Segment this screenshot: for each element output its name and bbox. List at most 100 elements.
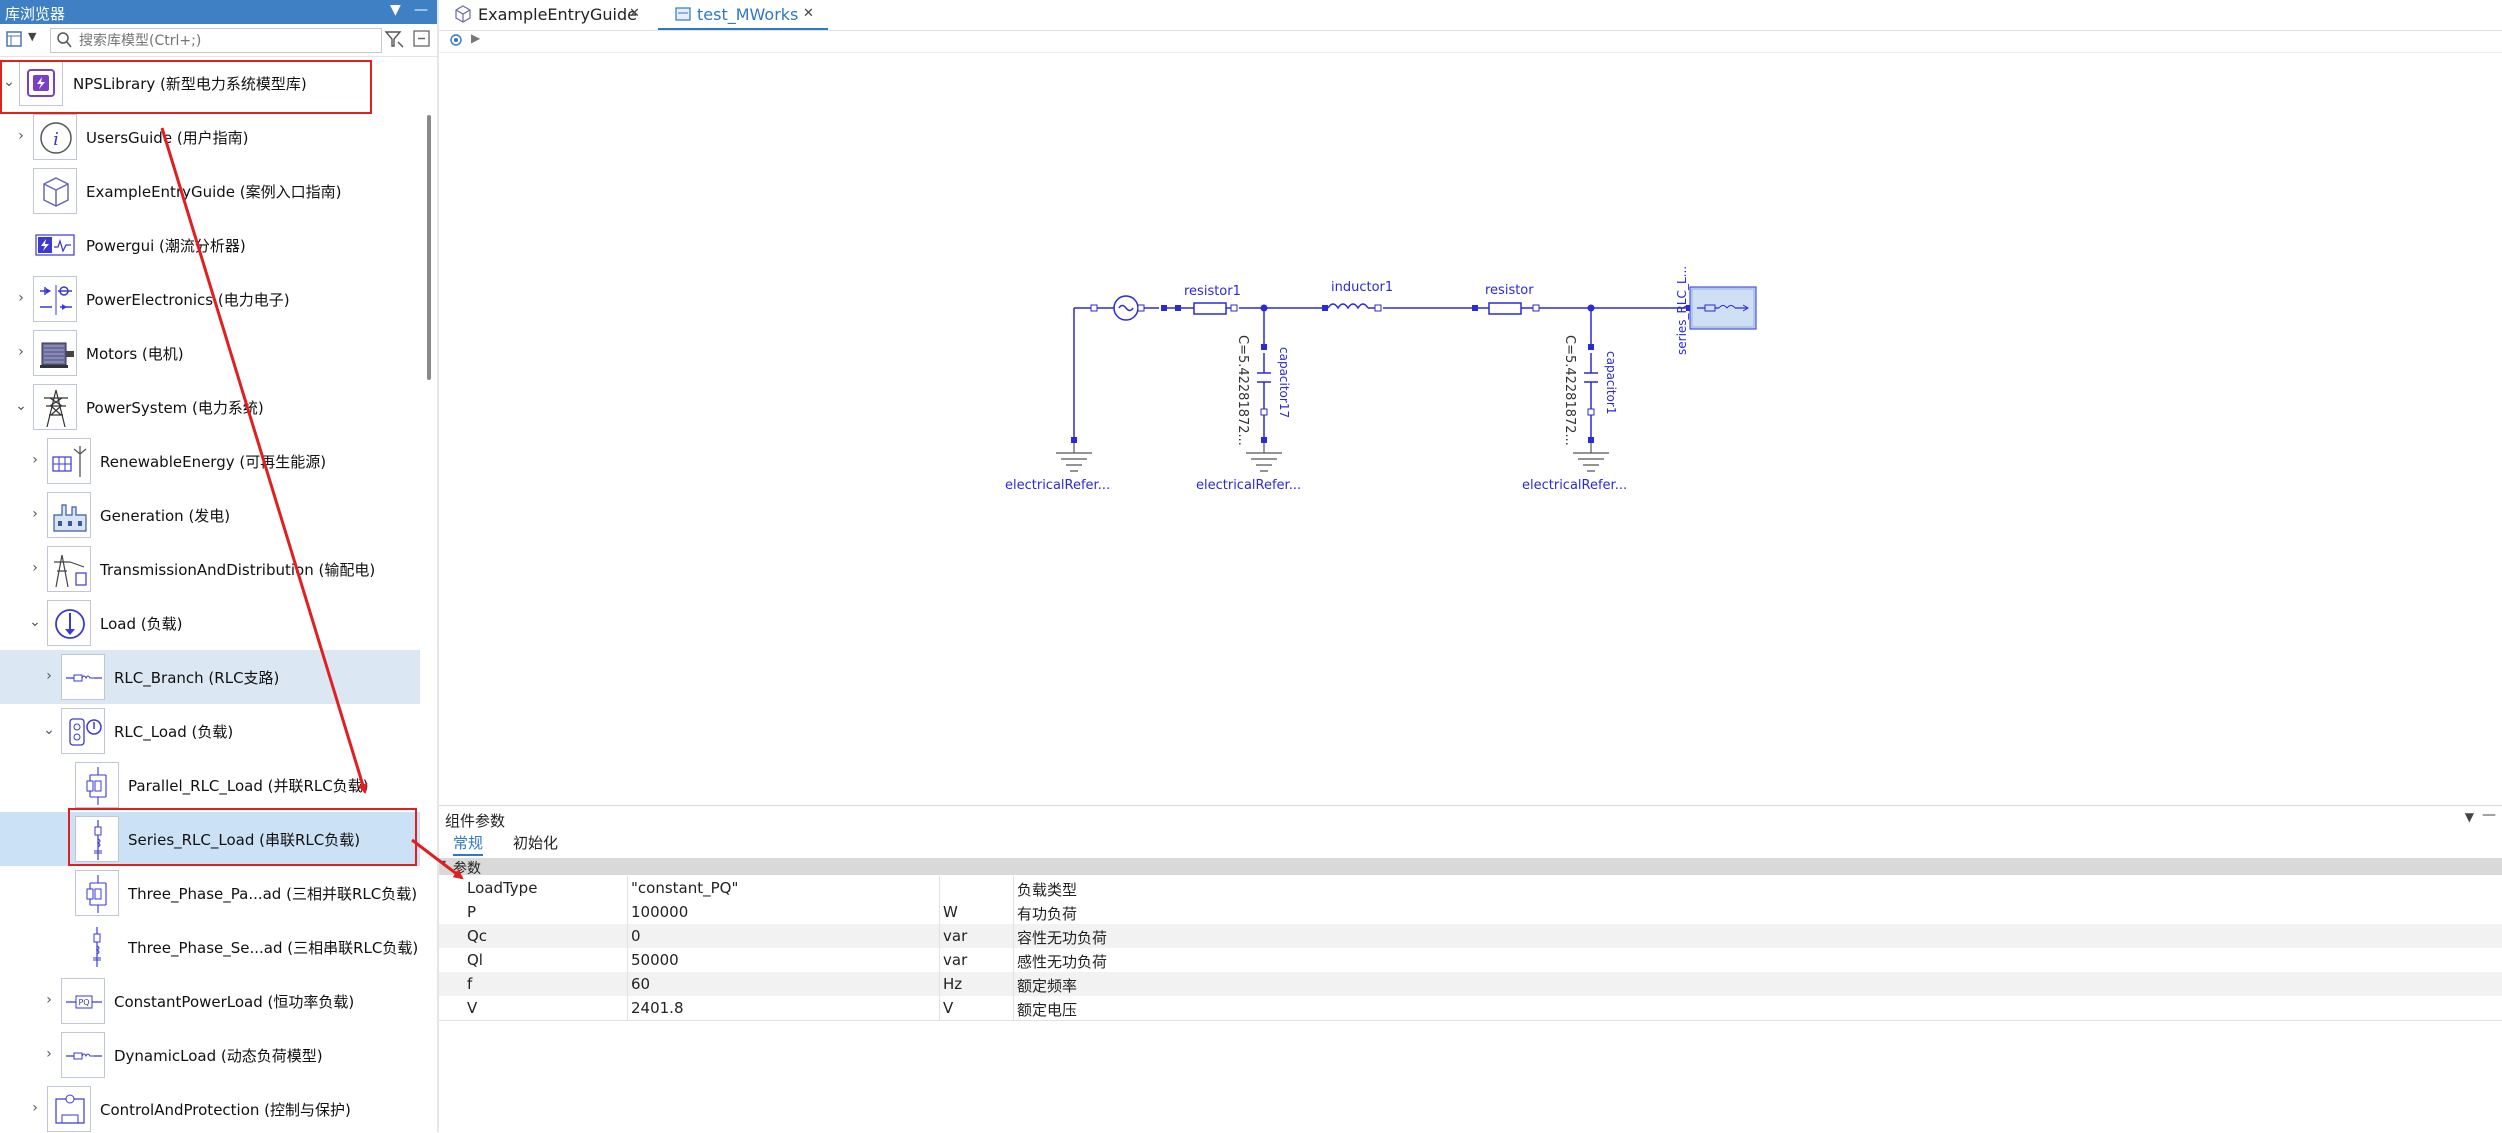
tree-item-rlc-load[interactable]: ⌄ RLC_Load (负载) bbox=[0, 704, 420, 758]
expand-chevron-icon[interactable]: › bbox=[28, 505, 42, 523]
editor-tab-bar: ExampleEntryGuide ✕ test_MWorks ✕ bbox=[439, 0, 2502, 31]
library-view-icon[interactable] bbox=[6, 30, 22, 48]
tree-item-rlc-branch[interactable]: › RLC_Branch (RLC支路) bbox=[0, 650, 420, 704]
tree-item-exampleentryguide[interactable]: ExampleEntryGuide (案例入口指南) bbox=[0, 164, 420, 218]
panel-menu-icon[interactable]: ▼ bbox=[390, 2, 401, 18]
expand-chevron-icon[interactable]: › bbox=[14, 289, 28, 307]
tree-item-three-phase-series[interactable]: Three_Phase_Se...ad (三相串联RLC负载) bbox=[0, 920, 420, 974]
tree-item-npslibrary[interactable]: ⌄ NPSLibrary (新型电力系统模型库) bbox=[0, 56, 420, 110]
param-value-input[interactable]: 0 bbox=[631, 927, 641, 945]
tab-test-mworks[interactable]: test_MWorks ✕ bbox=[658, 0, 828, 30]
series-load-label: series_RLC_L... bbox=[1675, 265, 1689, 355]
tab-exampleentryguide[interactable]: ExampleEntryGuide ✕ bbox=[439, 0, 657, 30]
tree-item-powergui[interactable]: Powergui (潮流分析器) bbox=[0, 218, 420, 272]
tree-item-series-rlc-load[interactable]: Series_RLC_Load (串联RLC负载) bbox=[0, 812, 420, 866]
param-unit: Hz bbox=[943, 975, 963, 993]
param-row-v: V 2401.8 V 额定电压 bbox=[439, 996, 2502, 1020]
three-phase-parallel-icon bbox=[75, 870, 119, 916]
tree-item-motors[interactable]: › Motors (电机) bbox=[0, 326, 420, 380]
panel-menu-icon[interactable]: ▼ bbox=[2465, 810, 2474, 824]
close-icon[interactable]: ✕ bbox=[629, 6, 640, 21]
expand-chevron-icon[interactable]: › bbox=[42, 667, 56, 685]
close-icon[interactable]: ✕ bbox=[803, 6, 814, 21]
breadcrumb-arrow-icon: ▶ bbox=[471, 31, 481, 45]
param-value-input[interactable]: 50000 bbox=[631, 951, 679, 969]
tree-scrollbar[interactable] bbox=[427, 115, 431, 380]
tree-item-dynamicload[interactable]: › DynamicLoad (动态负荷模型) bbox=[0, 1028, 420, 1082]
expand-chevron-icon[interactable]: › bbox=[14, 343, 28, 361]
library-browser-title: 库浏览器 bbox=[5, 5, 66, 23]
expand-chevron-icon[interactable]: ⌄ bbox=[2, 73, 16, 91]
expand-chevron-icon[interactable]: › bbox=[28, 451, 42, 469]
tree-item-generation[interactable]: › Generation (发电) bbox=[0, 488, 420, 542]
dynamic-load-icon bbox=[61, 1032, 105, 1078]
param-value-input[interactable]: "constant_PQ" bbox=[631, 879, 738, 897]
minimize-icon[interactable]: — bbox=[414, 2, 428, 18]
ground-3-label: electricalRefer... bbox=[1522, 478, 1628, 493]
transmission-icon bbox=[47, 546, 91, 592]
param-name: Ql bbox=[467, 951, 483, 969]
minimize-icon[interactable]: — bbox=[2482, 807, 2496, 823]
tree-item-transmissionanddistribution[interactable]: › TransmissionAndDistribution (输配电) bbox=[0, 542, 420, 596]
param-name: V bbox=[467, 999, 478, 1017]
load-icon bbox=[47, 600, 91, 646]
param-name: P bbox=[467, 903, 477, 921]
expand-chevron-icon[interactable]: › bbox=[42, 991, 56, 1009]
tree-item-powersystem[interactable]: ⌄ PowerSystem (电力系统) bbox=[0, 380, 420, 434]
tab-general[interactable]: 常规 bbox=[453, 832, 484, 856]
tree-item-label: PowerElectronics (电力电子) bbox=[86, 291, 290, 309]
param-name: f bbox=[467, 975, 473, 993]
tower-icon bbox=[33, 384, 77, 430]
library-search-input[interactable] bbox=[77, 31, 381, 51]
capacitor17-label: capacitor17 bbox=[1277, 347, 1291, 419]
library-tree: ⌄ NPSLibrary (新型电力系统模型库) › i UsersGuide … bbox=[0, 56, 420, 1132]
rlc-branch-icon bbox=[61, 654, 105, 700]
model-breadcrumb-icon[interactable] bbox=[449, 33, 463, 51]
search-box bbox=[50, 28, 382, 53]
tab-label: ExampleEntryGuide bbox=[478, 5, 637, 24]
circuit-diagram bbox=[1056, 286, 1757, 472]
tab-label: test_MWorks bbox=[697, 5, 799, 24]
capacitor17-value-label: C=5.42281872... bbox=[1235, 335, 1250, 446]
param-value-input[interactable]: 2401.8 bbox=[631, 999, 684, 1017]
tree-item-renewableenergy[interactable]: › RenewableEnergy (可再生能源) bbox=[0, 434, 420, 488]
inductor1-label: inductor1 bbox=[1331, 280, 1394, 295]
expand-chevron-icon[interactable]: ⌄ bbox=[14, 397, 28, 415]
expand-chevron-icon[interactable]: › bbox=[28, 1099, 42, 1117]
diagram-canvas[interactable]: resistor1 inductor1 resistor electricalR… bbox=[439, 53, 2502, 805]
tree-item-label: ConstantPowerLoad (恒功率负载) bbox=[114, 993, 355, 1011]
filter-icon[interactable] bbox=[384, 29, 404, 53]
rlc-load-icon bbox=[61, 708, 105, 754]
collapse-all-icon[interactable] bbox=[412, 29, 432, 53]
param-unit: V bbox=[943, 999, 954, 1017]
tree-item-controlandprotection[interactable]: › ControlAndProtection (控制与保护) bbox=[0, 1082, 420, 1132]
param-value-input[interactable]: 100000 bbox=[631, 903, 688, 921]
expand-chevron-icon[interactable]: ⌄ bbox=[28, 613, 42, 631]
param-description: 额定电压 bbox=[1017, 1001, 1078, 1019]
tree-item-label: UsersGuide (用户指南) bbox=[86, 129, 249, 147]
tree-item-usersguide[interactable]: › i UsersGuide (用户指南) bbox=[0, 110, 420, 164]
expand-chevron-icon[interactable]: ⌄ bbox=[42, 721, 56, 739]
tree-item-load[interactable]: ⌄ Load (负载) bbox=[0, 596, 420, 650]
tree-item-three-phase-parallel[interactable]: Three_Phase_Pa...ad (三相并联RLC负载) bbox=[0, 866, 420, 920]
tree-item-label: TransmissionAndDistribution (输配电) bbox=[100, 561, 376, 579]
tree-item-powerelectronics[interactable]: › PowerElectronics (电力电子) bbox=[0, 272, 420, 326]
expand-chevron-icon[interactable]: › bbox=[28, 559, 42, 577]
param-description: 负载类型 bbox=[1017, 881, 1078, 899]
tree-item-constantpowerload[interactable]: › PQ ConstantPowerLoad (恒功率负载) bbox=[0, 974, 420, 1028]
param-description: 有功负荷 bbox=[1017, 905, 1078, 923]
tree-item-parallel-rlc-load[interactable]: Parallel_RLC_Load (并联RLC负载) bbox=[0, 758, 420, 812]
tree-item-label: Load (负载) bbox=[100, 615, 183, 633]
table-bottom-border bbox=[439, 1020, 2502, 1021]
collapse-chevron-icon[interactable]: ▾ bbox=[441, 858, 446, 869]
view-dropdown-icon[interactable]: ▼ bbox=[28, 30, 36, 43]
param-description: 感性无功负荷 bbox=[1017, 953, 1108, 971]
tab-initialization[interactable]: 初始化 bbox=[513, 832, 558, 853]
tree-item-label: PowerSystem (电力系统) bbox=[86, 399, 264, 417]
tree-item-label: Parallel_RLC_Load (并联RLC负载) bbox=[128, 777, 369, 795]
expand-chevron-icon[interactable]: › bbox=[42, 1045, 56, 1063]
param-unit: var bbox=[943, 927, 968, 945]
param-value-input[interactable]: 60 bbox=[631, 975, 650, 993]
factory-icon bbox=[47, 492, 91, 538]
expand-chevron-icon[interactable]: › bbox=[14, 127, 28, 145]
